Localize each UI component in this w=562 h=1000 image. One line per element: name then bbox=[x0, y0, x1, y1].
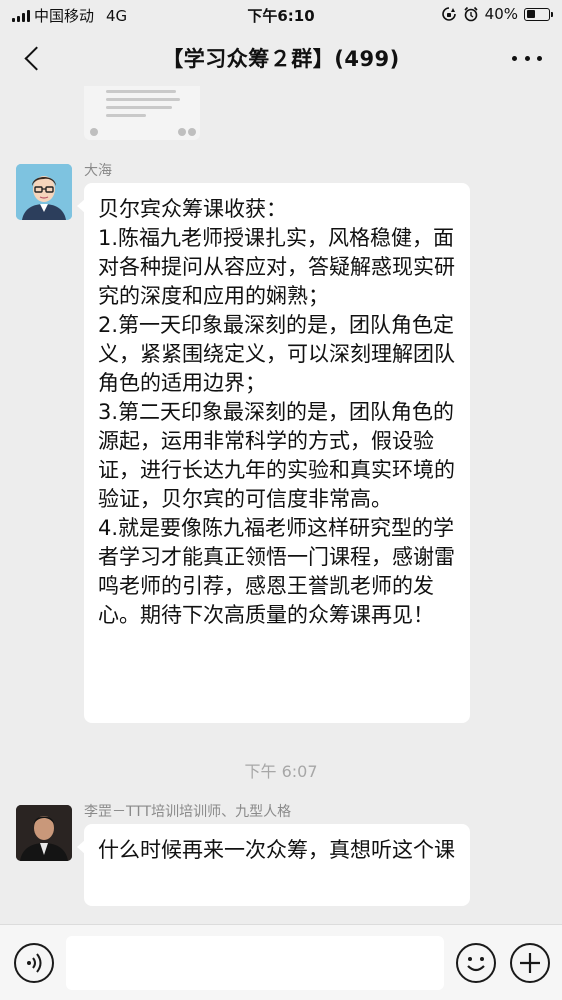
rotation-lock-icon bbox=[441, 7, 456, 21]
battery-percent: 40% bbox=[484, 5, 518, 23]
status-right: 40% bbox=[441, 5, 553, 23]
more-dots-icon[interactable] bbox=[512, 50, 542, 66]
alarm-icon bbox=[464, 6, 478, 22]
message-input[interactable] bbox=[66, 936, 444, 990]
emoji-icon[interactable] bbox=[456, 943, 496, 983]
input-bar bbox=[0, 924, 562, 1000]
battery-icon bbox=[524, 7, 553, 21]
sender-name: 大海 bbox=[84, 163, 112, 179]
voice-icon[interactable] bbox=[14, 943, 54, 983]
image-message-thumbnail[interactable] bbox=[84, 86, 200, 140]
sender-name: 李罡－TTT培训培训师、九型人格 bbox=[84, 804, 292, 820]
message-bubble[interactable]: 什么时候再来一次众筹，真想听这个课 bbox=[77, 824, 470, 906]
chat-area[interactable]: 大海 贝尔宾众筹课收获： 1.陈福九老师授课扎实，风格稳健，面对各种提问从容应对… bbox=[0, 86, 562, 924]
plus-icon[interactable] bbox=[510, 943, 550, 983]
time-divider: 下午 6:07 bbox=[244, 762, 318, 781]
avatar[interactable] bbox=[16, 164, 72, 220]
message-bubble[interactable]: 贝尔宾众筹课收获： 1.陈福九老师授课扎实，风格稳健，面对各种提问从容应对，答疑… bbox=[77, 183, 470, 723]
nav-bar: 【学习众筹２群】(499) bbox=[0, 30, 562, 86]
back-chevron-icon[interactable] bbox=[20, 44, 50, 74]
avatar[interactable] bbox=[16, 805, 72, 861]
status-bar: 中国移动 4G 下午6:10 40% bbox=[0, 0, 562, 30]
chat-title: 【学习众筹２群】(499) bbox=[162, 47, 400, 71]
